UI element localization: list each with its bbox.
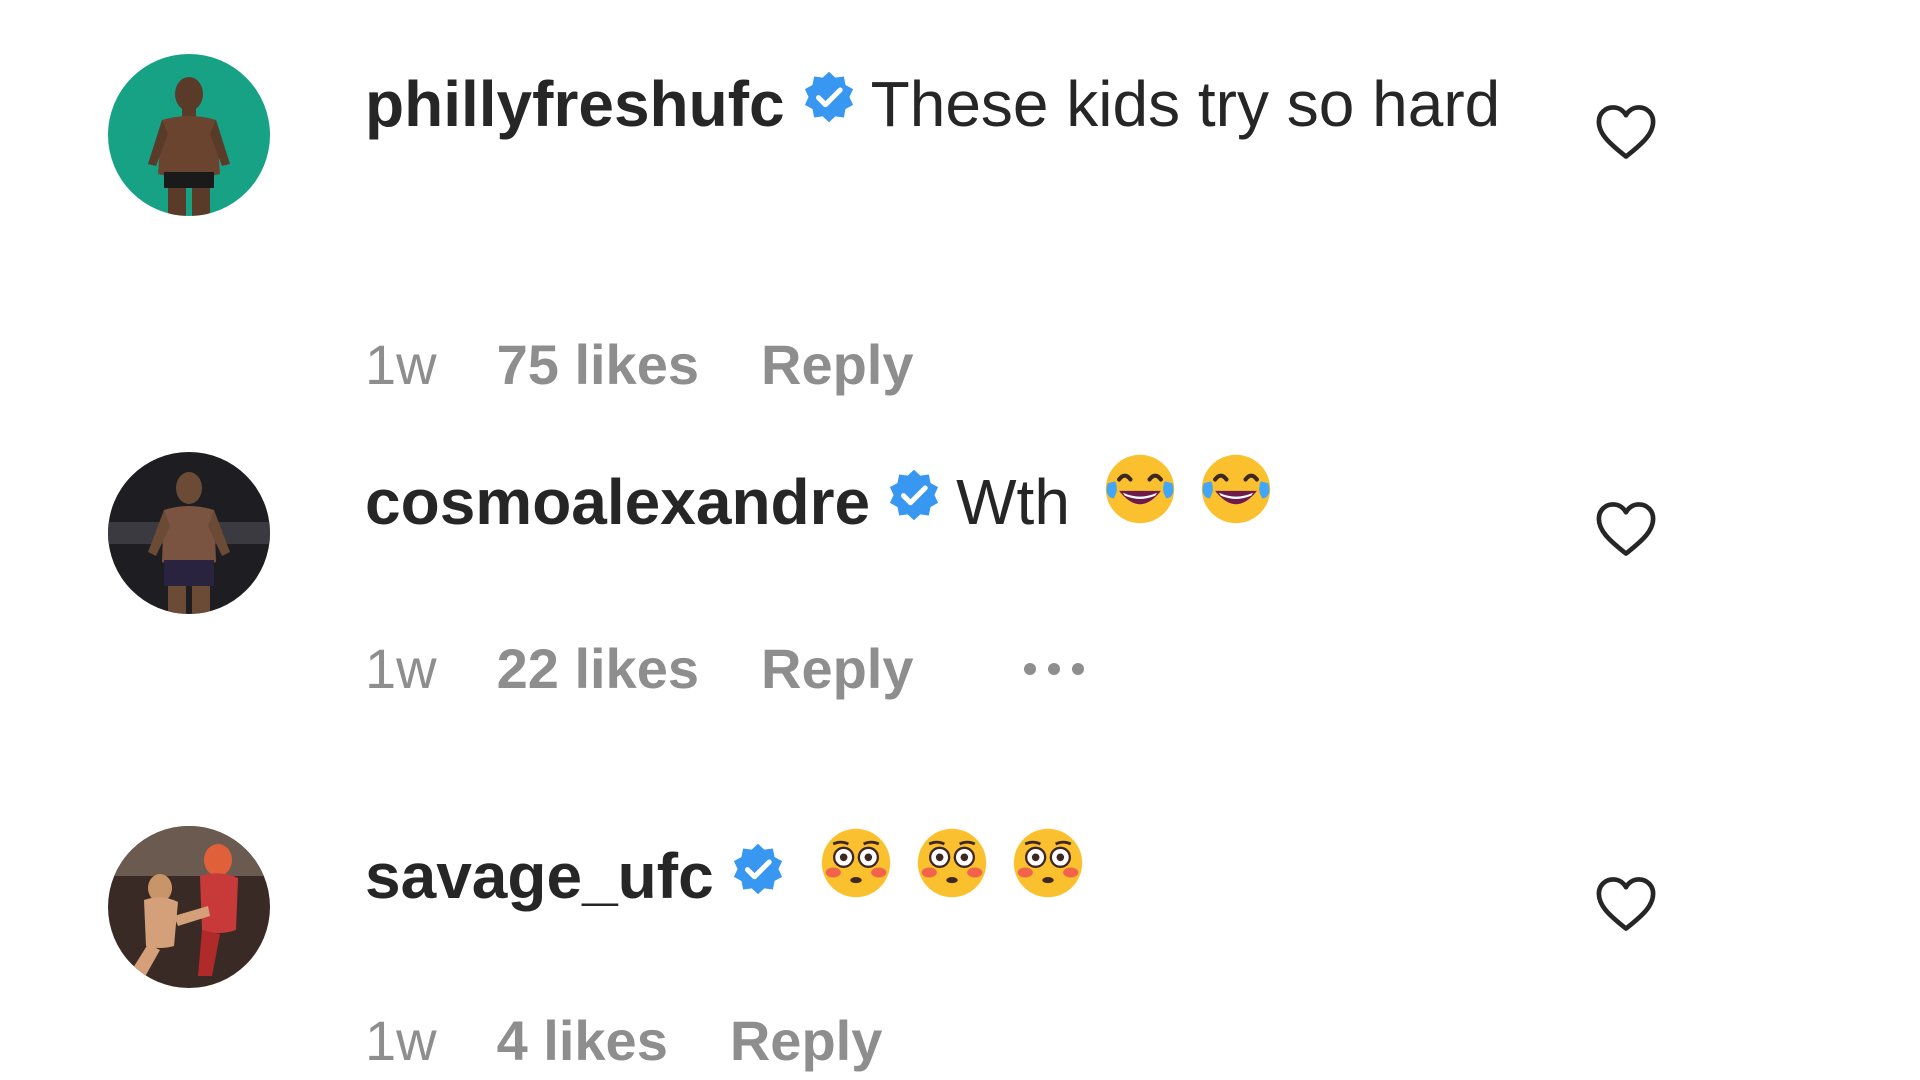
likes-count[interactable]: 4 likes [497, 1008, 668, 1073]
avatar-image [108, 826, 270, 988]
avatar[interactable] [108, 54, 270, 216]
comment-time[interactable]: 1w [365, 636, 437, 701]
likes-count[interactable]: 75 likes [497, 332, 699, 397]
comment-text: These kids try so hard [870, 68, 1501, 140]
verified-badge-icon [730, 829, 786, 921]
reply-button[interactable]: Reply [761, 636, 914, 701]
comment-body: savage_ufc [365, 828, 1515, 931]
comment-meta: 1w 22 likes Reply [365, 636, 1084, 701]
verified-badge-icon [886, 455, 942, 547]
comment-meta: 1w 75 likes Reply [365, 332, 914, 397]
face-with-tears-of-joy-icon [1198, 451, 1274, 551]
comment-text: Wth [956, 466, 1070, 538]
username[interactable]: savage_ufc [365, 840, 714, 912]
heart-icon[interactable] [1595, 500, 1657, 558]
heart-icon[interactable] [1595, 875, 1657, 933]
username[interactable]: cosmoalexandre [365, 466, 870, 538]
reply-button[interactable]: Reply [730, 1008, 883, 1073]
comment-time[interactable]: 1w [365, 1008, 437, 1073]
comment-meta: 1w 4 likes Reply [365, 1008, 882, 1073]
avatar-image [108, 54, 270, 216]
username[interactable]: phillyfreshufc [365, 68, 785, 140]
more-options-icon[interactable] [1023, 662, 1084, 675]
avatar-image [108, 452, 270, 614]
flushed-face-icon [914, 825, 990, 925]
flushed-face-icon [1010, 825, 1086, 925]
verified-badge-icon [801, 57, 857, 149]
avatar[interactable] [108, 826, 270, 988]
likes-count[interactable]: 22 likes [497, 636, 699, 701]
avatar[interactable] [108, 452, 270, 614]
comment-body: phillyfreshufc These kids try so hard [365, 58, 1515, 155]
flushed-face-icon [818, 825, 894, 925]
heart-icon[interactable] [1595, 103, 1657, 161]
face-with-tears-of-joy-icon [1102, 451, 1178, 551]
comment-time[interactable]: 1w [365, 332, 437, 397]
reply-button[interactable]: Reply [761, 332, 914, 397]
comment-body: cosmoalexandre Wth [365, 454, 1515, 557]
